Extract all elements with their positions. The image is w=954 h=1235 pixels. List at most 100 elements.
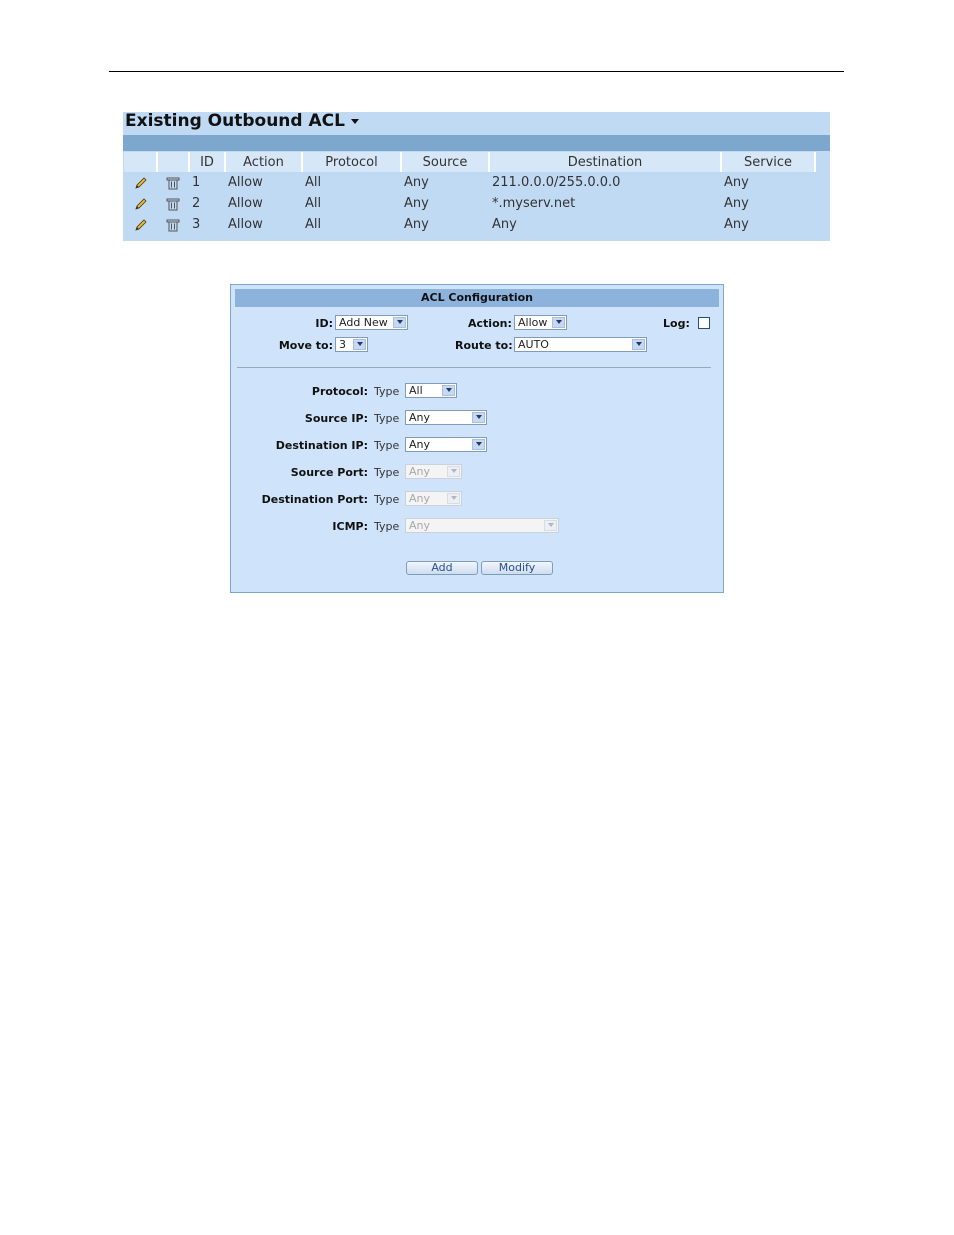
- top-rule: [109, 71, 844, 72]
- cell-id: 3: [192, 217, 201, 232]
- cell-protocol: All: [305, 175, 322, 190]
- trash-icon[interactable]: [166, 218, 180, 232]
- protocol-select-value: All: [409, 384, 423, 397]
- chevron-down-icon: [544, 520, 557, 531]
- move-to-select[interactable]: 3: [335, 337, 368, 352]
- edit-cell: [124, 193, 157, 214]
- cell-action: Allow: [228, 217, 263, 232]
- col-destination[interactable]: Destination: [489, 152, 722, 172]
- cell-protocol: All: [305, 217, 322, 232]
- chevron-down-icon: [353, 339, 366, 350]
- col-service[interactable]: Service: [721, 152, 816, 172]
- icmp-label: ICMP:: [332, 520, 368, 533]
- chevron-down-icon: [472, 439, 485, 450]
- source-port-select[interactable]: Any: [405, 464, 462, 479]
- destination-port-select[interactable]: Any: [405, 491, 462, 506]
- cell-action: Allow: [228, 175, 263, 190]
- id-label: ID:: [315, 317, 333, 330]
- chevron-down-icon: [447, 466, 460, 477]
- acl-config-title: ACL Configuration: [235, 289, 719, 307]
- cell-id: 1: [192, 175, 201, 190]
- protocol-select[interactable]: All: [405, 383, 457, 398]
- col-action[interactable]: Action: [225, 152, 303, 172]
- cell-service: Any: [724, 217, 749, 232]
- table-row: 2 Allow All Any *.myserv.net Any: [124, 193, 815, 214]
- destination-port-label: Destination Port:: [261, 493, 368, 506]
- edit-cell: [124, 214, 157, 235]
- cell-id: 2: [192, 196, 201, 211]
- pencil-icon[interactable]: [134, 218, 148, 232]
- log-label: Log:: [663, 317, 690, 330]
- source-port-select-value: Any: [409, 465, 431, 478]
- acl-configuration-panel: ACL Configuration ID: Add New Action: Al…: [230, 284, 724, 593]
- table-row: 3 Allow All Any Any Any: [124, 214, 815, 235]
- acl-list-title-text: Existing Outbound ACL: [125, 111, 345, 131]
- table-row: 1 Allow All Any 211.0.0.0/255.0.0.0 Any: [124, 172, 815, 193]
- cell-protocol: All: [305, 196, 322, 211]
- dropdown-caret-icon[interactable]: [350, 118, 359, 124]
- log-checkbox[interactable]: [698, 317, 710, 329]
- chevron-down-icon: [632, 339, 645, 350]
- trash-icon[interactable]: [166, 197, 180, 211]
- col-edit: [124, 152, 158, 172]
- id-select-value: Add New: [339, 316, 388, 329]
- source-ip-label: Source IP:: [304, 412, 368, 425]
- pencil-icon[interactable]: [134, 197, 148, 211]
- cell-service: Any: [724, 175, 749, 190]
- destination-ip-label: Destination IP:: [275, 439, 368, 452]
- destination-ip-select[interactable]: Any: [405, 437, 487, 452]
- action-select[interactable]: Allow: [514, 315, 567, 330]
- cell-action: Allow: [228, 196, 263, 211]
- chevron-down-icon: [393, 317, 406, 328]
- source-port-label: Source Port:: [290, 466, 368, 479]
- destination-port-type-label: Type: [374, 493, 400, 506]
- route-to-label: Route to:: [455, 339, 513, 352]
- source-ip-select[interactable]: Any: [405, 410, 487, 425]
- action-select-value: Allow: [518, 316, 548, 329]
- chevron-down-icon: [472, 412, 485, 423]
- destination-port-select-value: Any: [409, 492, 431, 505]
- pencil-icon[interactable]: [134, 176, 148, 190]
- add-button[interactable]: Add: [406, 561, 478, 575]
- icmp-type-label: Type: [374, 520, 400, 533]
- cell-source: Any: [404, 217, 429, 232]
- delete-cell: [157, 193, 189, 214]
- col-source[interactable]: Source: [401, 152, 490, 172]
- protocol-type-label: Type: [374, 385, 400, 398]
- chevron-down-icon: [447, 493, 460, 504]
- id-select[interactable]: Add New: [335, 315, 408, 330]
- move-to-select-value: 3: [339, 338, 346, 351]
- icmp-select-value: Any: [409, 519, 431, 532]
- route-to-select[interactable]: AUTO: [514, 337, 647, 352]
- edit-cell: [124, 172, 157, 193]
- acl-header-bar: [123, 135, 830, 151]
- acl-list-title[interactable]: Existing Outbound ACL: [125, 112, 359, 134]
- delete-cell: [157, 172, 189, 193]
- cell-destination: *.myserv.net: [492, 196, 576, 211]
- action-label: Action:: [468, 317, 512, 330]
- acl-table-header: ID Action Protocol Source Destination Se…: [124, 152, 816, 172]
- icmp-select[interactable]: Any: [405, 518, 559, 533]
- destination-ip-type-label: Type: [374, 439, 400, 452]
- trash-icon[interactable]: [166, 176, 180, 190]
- source-ip-type-label: Type: [374, 412, 400, 425]
- source-ip-select-value: Any: [409, 411, 431, 424]
- col-protocol[interactable]: Protocol: [302, 152, 402, 172]
- section-divider: [237, 367, 711, 368]
- acl-table: ID Action Protocol Source Destination Se…: [124, 152, 816, 235]
- move-to-label: Move to:: [278, 339, 333, 352]
- cell-source: Any: [404, 175, 429, 190]
- cell-source: Any: [404, 196, 429, 211]
- chevron-down-icon: [442, 385, 455, 396]
- cell-destination: 211.0.0.0/255.0.0.0: [492, 175, 621, 190]
- cell-destination: Any: [492, 217, 517, 232]
- cell-service: Any: [724, 196, 749, 211]
- source-port-type-label: Type: [374, 466, 400, 479]
- chevron-down-icon: [552, 317, 565, 328]
- modify-button[interactable]: Modify: [481, 561, 553, 575]
- col-id[interactable]: ID: [189, 152, 226, 172]
- col-delete: [157, 152, 190, 172]
- delete-cell: [157, 214, 189, 235]
- existing-acl-panel: Existing Outbound ACL ID Action Protocol…: [123, 112, 830, 241]
- destination-ip-select-value: Any: [409, 438, 431, 451]
